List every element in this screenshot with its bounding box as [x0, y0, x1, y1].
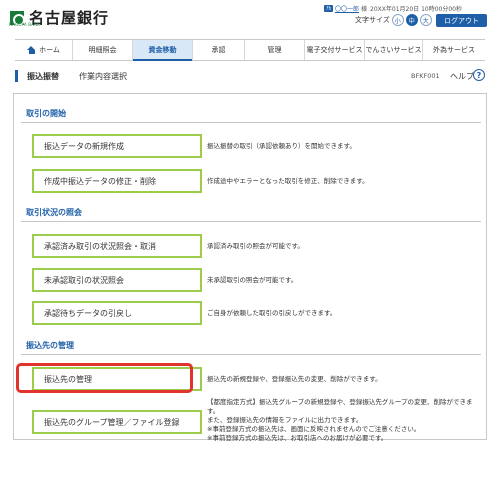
nav-management[interactable]: 管理	[245, 40, 305, 60]
user-badge: ｱｶ	[324, 5, 334, 12]
screen-code: BFKF001	[411, 72, 440, 80]
user-name-link[interactable]: 〇〇一郎	[335, 4, 359, 13]
page-title-bar: 振込振替 作業内容選択 BFKF001 ヘルプ ?	[15, 68, 485, 84]
nav-densai[interactable]: でんさいサービス	[365, 40, 423, 60]
unapproved-transactions-inquiry-button[interactable]: 未承認取引の状況照会	[32, 268, 202, 292]
nav-approval[interactable]: 承認	[193, 40, 245, 60]
description-line: ※事前登録方式の振込先は、画面に反映されませんのでご注意ください。	[207, 425, 421, 433]
help-label[interactable]: ヘルプ	[450, 71, 474, 82]
home-icon	[27, 46, 36, 54]
page-title: 振込振替	[27, 72, 59, 81]
font-large-button[interactable]: 大	[419, 14, 432, 26]
section-heading-status: 取引状況の照会	[26, 208, 82, 217]
login-time: 20XX年01月20日 10時00分00秒	[370, 6, 462, 13]
menu-description: 未承認取引の照会が可能です。	[207, 276, 298, 284]
highlight-annotation	[16, 363, 193, 393]
description-line: 【都度指定方式】振込先グループの新規登録や、登録振込先グループの変更、削除ができ…	[207, 398, 473, 415]
help-icon[interactable]: ?	[473, 69, 485, 81]
bank-logo-subtext: NAGOYA BANK	[9, 22, 41, 27]
section-divider	[21, 221, 481, 222]
description-line: ※事前登録方式の振込先は、お取引店へのお届けが必要です。	[207, 434, 388, 442]
section-heading-payee: 振込先の管理	[26, 341, 74, 350]
description-line: また、登録振込先の情報をファイルに出力できます。	[207, 416, 363, 424]
edit-draft-transfer-button[interactable]: 作成中振込データの修正・削除	[32, 169, 202, 193]
section-heading-start: 取引の開始	[26, 109, 66, 118]
menu-description: 振込先の新規登録や、登録振込先の変更、削除ができます。	[207, 375, 382, 383]
nav-fund-transfer[interactable]: 資金移動	[133, 40, 193, 61]
header: 名古屋銀行 NAGOYA BANK ｱｶ 〇〇一郎 様 20XX年01月20日 …	[0, 0, 500, 38]
user-suffix: 様	[361, 6, 368, 13]
section-divider	[21, 122, 481, 123]
create-new-transfer-button[interactable]: 振込データの新規作成	[32, 134, 202, 158]
font-size-label: 文字サイズ	[355, 16, 390, 24]
menu-description-multiline: 【都度指定方式】振込先グループの新規登録や、登録振込先グループの変更、削除ができ…	[207, 398, 477, 443]
menu-description: 承認済み取引の照会が可能です。	[207, 242, 304, 250]
nav-home[interactable]: ホーム	[15, 40, 73, 60]
title-accent-bar	[15, 70, 18, 82]
font-small-button[interactable]: 小	[391, 14, 404, 26]
section-divider	[21, 354, 481, 355]
menu-description: ご自身が依頼した取引の引戻しができます。	[207, 309, 337, 317]
payee-group-file-button[interactable]: 振込先のグループ管理／ファイル登録	[32, 410, 202, 434]
approved-transactions-inquiry-button[interactable]: 承認済み取引の状況照会・取消	[32, 234, 202, 258]
font-size-control: 文字サイズ 小 中 大	[355, 14, 432, 26]
menu-description: 作成途中やエラーとなった取引を修正、削除できます。	[207, 177, 369, 185]
global-nav: ホーム 明細照会 資金移動 承認 管理 電子交付サービス でんさいサービス 外為…	[15, 39, 485, 61]
nav-foreign-exchange[interactable]: 外為サービス	[423, 40, 485, 60]
recall-pending-data-button[interactable]: 承認待ちデータの引戻し	[32, 301, 202, 325]
nav-statement[interactable]: 明細照会	[73, 40, 133, 60]
nav-home-label: ホーム	[39, 46, 60, 54]
page-subtitle: 作業内容選択	[79, 72, 127, 81]
user-info: ｱｶ 〇〇一郎 様 20XX年01月20日 10時00分00秒	[324, 4, 462, 13]
logout-button[interactable]: ログアウト	[436, 14, 487, 27]
font-medium-button[interactable]: 中	[405, 14, 418, 26]
bank-name: 名古屋銀行	[29, 9, 110, 27]
menu-description: 振込振替の取引（承認依頼あり）を開始できます。	[207, 142, 356, 150]
nav-e-delivery[interactable]: 電子交付サービス	[305, 40, 365, 60]
